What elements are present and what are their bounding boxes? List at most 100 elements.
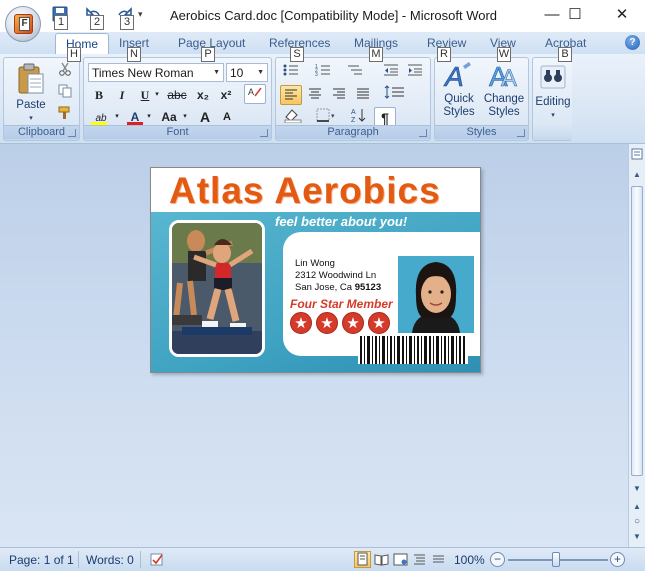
close-button[interactable]: ✕ (599, 0, 645, 32)
svg-text:3: 3 (315, 72, 318, 77)
decrease-indent-icon[interactable] (380, 63, 402, 83)
highlight-button[interactable]: ab (88, 107, 114, 127)
change-styles-button[interactable]: A A Change Styles (481, 60, 527, 126)
undo-icon[interactable]: 2 (86, 6, 104, 30)
document-area[interactable]: Atlas Aerobics feel better about you! Li… (0, 144, 628, 547)
zoom-in-button[interactable]: + (610, 552, 625, 567)
svg-text:A: A (501, 65, 517, 92)
editing-label: Editing (535, 96, 571, 108)
paragraph-launcher-icon[interactable] (419, 129, 427, 137)
scroll-up-icon[interactable]: ▲ (630, 168, 644, 182)
member-zip: 95123 (354, 282, 382, 293)
font-name-combo[interactable]: Times New Roman ▼ (88, 63, 224, 82)
font-color-dropdown-icon[interactable]: ▾ (144, 107, 154, 127)
proofing-icon[interactable] (148, 551, 165, 568)
previous-page-icon[interactable]: ▲ (630, 500, 644, 514)
line-spacing-icon[interactable] (380, 85, 410, 105)
multilevel-list-icon[interactable] (344, 63, 366, 83)
change-styles-icon: A A (489, 61, 518, 92)
font-size-value: 10 (230, 66, 244, 80)
font-launcher-icon[interactable] (260, 129, 268, 137)
editing-button[interactable]: Editing ▾ (533, 62, 573, 132)
membership-card[interactable]: Atlas Aerobics feel better about you! Li… (150, 167, 481, 373)
subscript-button[interactable]: x₂ (192, 85, 214, 105)
svg-text:A: A (351, 109, 356, 116)
font-size-combo[interactable]: 10 ▼ (226, 63, 268, 82)
shading-icon[interactable] (280, 107, 308, 127)
maximize-button[interactable]: ☐ (552, 0, 598, 32)
styles-launcher-icon[interactable] (517, 129, 525, 137)
highlight-dropdown-icon[interactable]: ▾ (112, 107, 122, 127)
view-ruler-icon[interactable] (630, 148, 644, 162)
page-count[interactable]: Page: 1 of 1 (9, 553, 74, 567)
vertical-scrollbar[interactable]: ▲ ▼ ▲ ○ ▼ (628, 144, 645, 547)
change-case-button[interactable]: Aa (156, 107, 182, 127)
paragraph-group-label: Paragraph (276, 125, 430, 139)
save-icon[interactable]: 1 (52, 6, 70, 30)
increase-indent-icon[interactable] (404, 63, 426, 83)
align-right-icon[interactable] (328, 85, 350, 105)
font-name-value: Times New Roman (92, 66, 194, 80)
status-divider (140, 551, 141, 568)
show-formatting-marks-button[interactable]: ¶ (374, 107, 396, 127)
select-browse-object-icon[interactable]: ○ (630, 515, 644, 529)
align-center-icon[interactable] (304, 85, 326, 105)
paste-dropdown-icon: ▾ (29, 115, 33, 122)
member-portrait (398, 256, 474, 333)
paste-icon (18, 63, 44, 94)
zoom-slider-handle[interactable] (552, 552, 560, 567)
zoom-level[interactable]: 100% (454, 553, 485, 567)
help-icon[interactable]: ? (625, 35, 640, 50)
numbering-icon[interactable]: 123 (312, 63, 334, 83)
bold-button[interactable]: B (88, 85, 110, 105)
redo-icon[interactable]: 3 (116, 6, 134, 30)
keytip-review: R (437, 47, 451, 62)
star-rating: ★ ★ ★ ★ (290, 312, 390, 334)
status-bar: Page: 1 of 1 Words: 0 100% − + (0, 547, 645, 571)
justify-icon[interactable] (352, 85, 374, 105)
quick-styles-button[interactable]: A Quick Styles (438, 60, 480, 126)
borders-icon[interactable]: ▾ (312, 107, 340, 127)
zoom-out-button[interactable]: − (490, 552, 505, 567)
draft-view-icon[interactable] (430, 551, 447, 568)
status-divider (78, 551, 79, 568)
underline-dropdown-icon[interactable]: ▾ (152, 85, 162, 105)
align-left-icon[interactable] (280, 85, 302, 105)
change-case-dropdown-icon[interactable]: ▾ (180, 107, 190, 127)
print-layout-icon[interactable] (354, 551, 371, 568)
keytip-insert: N (127, 47, 141, 62)
customize-qat-icon[interactable]: ▾ (138, 9, 143, 20)
star-icon: ★ (368, 312, 390, 334)
member-city: San Jose, Ca (295, 282, 353, 293)
next-page-icon[interactable]: ▼ (630, 530, 644, 544)
group-styles: A Quick Styles A A Change Styles Styles (434, 57, 529, 141)
scroll-down-icon[interactable]: ▼ (630, 482, 644, 496)
word-count[interactable]: Words: 0 (86, 553, 134, 567)
svg-text:Z: Z (351, 117, 356, 123)
keytip-view: W (497, 47, 511, 62)
card-title: Atlas Aerobics (169, 170, 441, 211)
shrink-font-button[interactable]: A (216, 107, 238, 127)
paste-button[interactable]: Paste ▾ (8, 62, 54, 124)
font-color-button[interactable]: A (124, 107, 146, 127)
star-icon: ★ (316, 312, 338, 334)
scrollbar-thumb[interactable] (631, 186, 643, 476)
format-painter-icon[interactable] (54, 106, 76, 126)
bullets-icon[interactable] (280, 63, 302, 83)
sort-icon[interactable]: AZ (348, 107, 370, 127)
clear-formatting-icon[interactable]: A (244, 84, 266, 104)
cut-icon[interactable] (54, 62, 76, 82)
clipboard-launcher-icon[interactable] (68, 129, 76, 137)
outline-view-icon[interactable] (411, 551, 428, 568)
tab-home[interactable]: Home (55, 33, 110, 54)
full-screen-reading-icon[interactable] (373, 551, 390, 568)
group-editing: Editing ▾ (532, 57, 572, 141)
web-layout-icon[interactable] (392, 551, 409, 568)
grow-font-button[interactable]: A (194, 107, 216, 127)
strikethrough-button[interactable]: abc (164, 85, 190, 105)
italic-button[interactable]: I (111, 85, 133, 105)
keytip-save: 1 (54, 15, 68, 30)
superscript-button[interactable]: x² (215, 85, 237, 105)
copy-icon[interactable] (54, 84, 76, 104)
office-button[interactable]: F (5, 6, 41, 42)
